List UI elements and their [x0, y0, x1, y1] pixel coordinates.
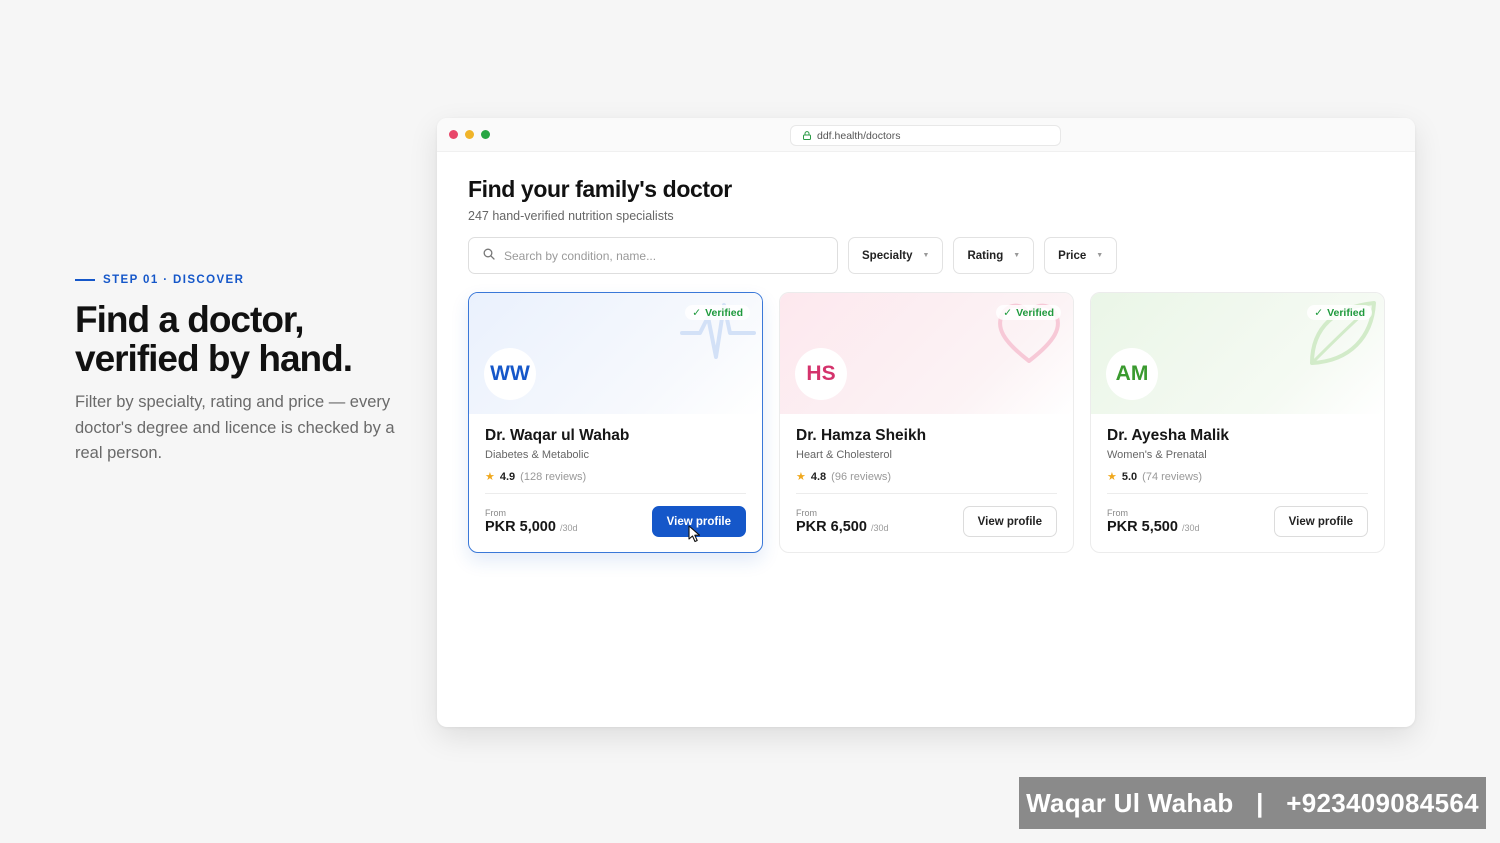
review-count: (74 reviews)	[1142, 470, 1203, 483]
price-value: PKR 6,500	[796, 519, 867, 535]
card-footer: From PKR 5,500 /30d View profile	[1107, 506, 1368, 537]
filter-specialty[interactable]: Specialty ▼	[848, 237, 944, 274]
close-window-dot[interactable]	[449, 130, 458, 139]
search-input[interactable]	[504, 248, 824, 263]
intro-section: STEP 01 · DISCOVER Find a doctor, verifi…	[75, 274, 420, 467]
price: PKR 6,500 /30d	[796, 519, 889, 535]
price-block: From PKR 5,500 /30d	[1107, 508, 1200, 535]
filter-bar: Specialty ▼ Rating ▼ Price ▼	[468, 237, 1388, 274]
card-body: Dr. Ayesha Malik Women's & Prenatal ★ 5.…	[1091, 414, 1384, 537]
search-box[interactable]	[468, 237, 838, 274]
price-block: From PKR 5,000 /30d	[485, 508, 578, 535]
page-content: Find your family's doctor 247 hand-verif…	[468, 176, 1388, 553]
from-label: From	[1107, 508, 1128, 518]
page-subtitle: 247 hand-verified nutrition specialists	[468, 209, 674, 223]
doctor-card[interactable]: ✓ Verified AM Dr. Ayesha Malik Women's &…	[1090, 292, 1385, 553]
rating-value: 4.8	[810, 470, 827, 483]
price-block: From PKR 6,500 /30d	[796, 508, 889, 535]
price-value: PKR 5,500	[1107, 519, 1178, 535]
price-value: PKR 5,000	[485, 519, 556, 535]
check-icon: ✓	[1003, 306, 1013, 319]
rating-value: 4.9	[499, 470, 516, 483]
step-text: STEP 01 · DISCOVER	[103, 274, 245, 286]
browser-window: ddf.health/doctors Find your family's do…	[437, 118, 1415, 727]
filter-specialty-label: Specialty	[862, 249, 913, 262]
card-footer: From PKR 6,500 /30d View profile	[796, 506, 1057, 537]
divider	[796, 493, 1057, 494]
filter-rating[interactable]: Rating ▼	[953, 237, 1035, 274]
price: PKR 5,500 /30d	[1107, 519, 1200, 535]
from-label: From	[485, 508, 506, 518]
filter-price-label: Price	[1058, 249, 1087, 262]
view-profile-button[interactable]: View profile	[962, 506, 1057, 537]
divider	[485, 493, 746, 494]
verified-badge: ✓ Verified	[685, 305, 750, 320]
card-header: ✓ Verified WW	[469, 293, 762, 414]
step-label: STEP 01 · DISCOVER	[75, 274, 420, 286]
star-icon: ★	[1107, 471, 1117, 483]
check-icon: ✓	[692, 306, 702, 319]
step-line	[75, 279, 95, 281]
rating: ★ 5.0 (74 reviews)	[1107, 470, 1368, 484]
price-period: /30d	[870, 523, 889, 533]
verified-label: Verified	[705, 306, 743, 319]
minimize-window-dot[interactable]	[465, 130, 474, 139]
mouse-cursor-icon	[688, 525, 701, 543]
doctor-card[interactable]: ✓ Verified HS Dr. Hamza Sheikh Heart & C…	[779, 292, 1074, 553]
doctor-name: Dr. Ayesha Malik	[1107, 427, 1230, 444]
rating: ★ 4.9 (128 reviews)	[485, 470, 746, 484]
card-header: ✓ Verified AM	[1091, 293, 1384, 414]
from-label: From	[796, 508, 817, 518]
browser-titlebar: ddf.health/doctors	[437, 118, 1415, 152]
address-bar[interactable]: ddf.health/doctors	[790, 125, 1061, 146]
watermark-bar: Waqar Ul Wahab | +923409084564	[1019, 777, 1486, 829]
maximize-window-dot[interactable]	[481, 130, 490, 139]
star-icon: ★	[796, 471, 806, 483]
divider	[1107, 493, 1368, 494]
price: PKR 5,000 /30d	[485, 519, 578, 535]
doctor-name: Dr. Hamza Sheikh	[796, 427, 927, 444]
doctor-card[interactable]: ✓ Verified WW Dr. Waqar ul Wahab Diabete…	[468, 292, 763, 553]
filter-price[interactable]: Price ▼	[1044, 237, 1118, 274]
doctor-name: Dr. Waqar ul Wahab	[485, 427, 630, 444]
review-count: (128 reviews)	[520, 470, 587, 483]
headline-line-2: verified by hand.	[75, 338, 353, 379]
card-header: ✓ Verified HS	[780, 293, 1073, 414]
lock-icon	[803, 131, 811, 140]
filter-rating-label: Rating	[967, 249, 1004, 262]
caret-down-icon: ▼	[1096, 252, 1104, 259]
verified-badge: ✓ Verified	[1307, 305, 1372, 320]
avatar: WW	[484, 348, 536, 400]
rating: ★ 4.8 (96 reviews)	[796, 470, 1057, 484]
check-icon: ✓	[1314, 306, 1324, 319]
avatar: HS	[795, 348, 847, 400]
view-profile-button[interactable]: View profile	[1273, 506, 1368, 537]
doctor-specialty: Heart & Cholesterol	[796, 449, 892, 461]
verified-label: Verified	[1016, 306, 1054, 319]
rating-value: 5.0	[1121, 470, 1138, 483]
price-period: /30d	[1181, 523, 1200, 533]
card-body: Dr. Waqar ul Wahab Diabetes & Metabolic …	[469, 414, 762, 537]
review-count: (96 reviews)	[831, 470, 892, 483]
card-footer: From PKR 5,000 /30d View profile	[485, 506, 746, 537]
caret-down-icon: ▼	[922, 252, 930, 259]
intro-description: Filter by specialty, rating and price — …	[75, 393, 395, 462]
card-body: Dr. Hamza Sheikh Heart & Cholesterol ★ 4…	[780, 414, 1073, 537]
star-icon: ★	[485, 471, 495, 483]
url-text: ddf.health/doctors	[817, 129, 901, 142]
doctor-card-list: ✓ Verified WW Dr. Waqar ul Wahab Diabete…	[468, 292, 1388, 553]
price-period: /30d	[559, 523, 578, 533]
page-title: Find your family's doctor	[468, 176, 732, 202]
headline-line-1: Find a doctor,	[75, 299, 305, 340]
search-icon	[483, 247, 495, 265]
caret-down-icon: ▼	[1013, 252, 1021, 259]
headline: Find a doctor, verified by hand.	[75, 300, 420, 378]
verified-badge: ✓ Verified	[996, 305, 1061, 320]
doctor-specialty: Women's & Prenatal	[1107, 449, 1207, 461]
verified-label: Verified	[1327, 306, 1365, 319]
doctor-specialty: Diabetes & Metabolic	[485, 449, 589, 461]
avatar: AM	[1106, 348, 1158, 400]
